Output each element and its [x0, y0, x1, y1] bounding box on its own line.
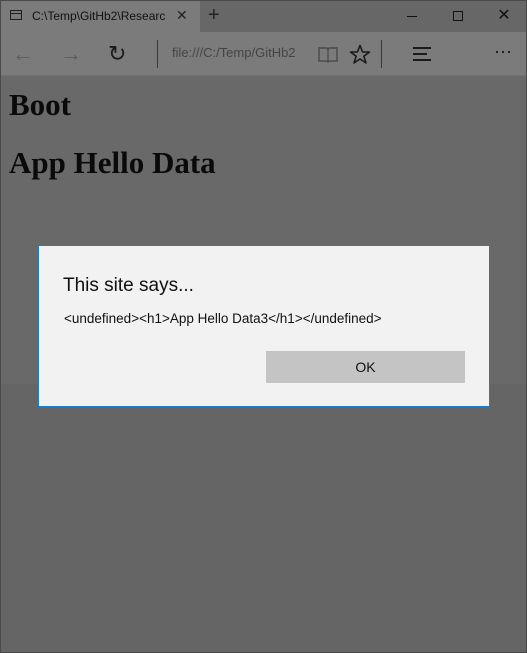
maximize-button[interactable] — [435, 0, 481, 32]
heading-app-hello-data: App Hello Data — [9, 145, 216, 180]
tab-title: C:\Temp\GitHb2\Researc — [32, 9, 166, 23]
reading-view-icon[interactable] — [318, 45, 338, 63]
close-icon: ✕ — [497, 7, 511, 24]
new-tab-button[interactable]: + — [208, 5, 220, 25]
dialog-message: <undefined><h1>App Hello Data3</h1></und… — [64, 311, 382, 326]
toolbar-divider — [381, 40, 382, 68]
address-bar[interactable]: file:///C:/Temp/GitHb2 — [172, 45, 312, 60]
hub-icon[interactable] — [413, 47, 431, 65]
heading-boot: Boot — [9, 87, 71, 122]
refresh-icon[interactable]: ↻ — [108, 42, 126, 66]
ok-button[interactable]: OK — [266, 351, 465, 383]
page-background — [0, 384, 527, 653]
title-bar: C:\Temp\GitHb2\Researc ✕ + ✕ — [0, 0, 527, 32]
window-icon — [10, 10, 22, 20]
minimize-button[interactable] — [389, 0, 435, 32]
maximize-icon — [453, 11, 463, 21]
favorite-star-icon[interactable] — [349, 44, 371, 65]
browser-tab[interactable]: C:\Temp\GitHb2\Researc ✕ — [0, 0, 200, 32]
forward-arrow-icon[interactable]: → — [60, 42, 82, 66]
more-icon[interactable]: ⋯ — [494, 42, 513, 63]
tab-close-button[interactable]: ✕ — [176, 7, 188, 23]
close-window-button[interactable]: ✕ — [481, 0, 527, 32]
toolbar-divider — [157, 40, 158, 68]
back-arrow-icon[interactable]: ← — [12, 42, 34, 66]
navigation-bar: ← → ↻ file:///C:/Temp/GitHb2 ⋯ — [0, 32, 527, 76]
minimize-icon — [407, 15, 417, 17]
alert-dialog: This site says... <undefined><h1>App Hel… — [38, 245, 490, 407]
dialog-title: This site says... — [63, 275, 194, 296]
